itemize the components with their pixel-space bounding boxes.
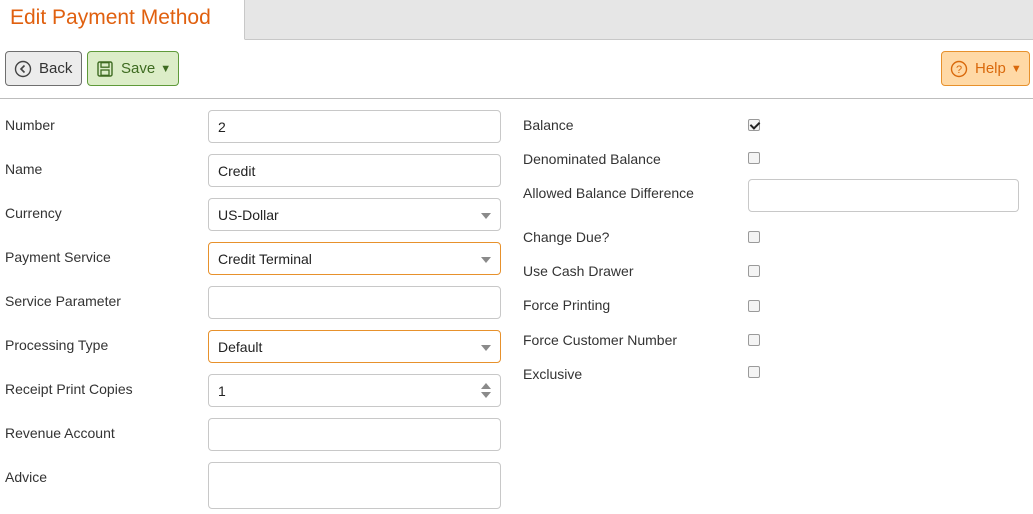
allowed-balance-difference-input[interactable] xyxy=(748,179,1019,212)
dropdown-arrow-icon xyxy=(481,256,491,263)
denominated-balance-checkbox[interactable] xyxy=(748,152,760,164)
use-cash-drawer-label: Use Cash Drawer xyxy=(523,263,634,279)
force-customer-number-checkbox[interactable] xyxy=(748,334,760,346)
force-customer-number-label: Force Customer Number xyxy=(523,332,678,348)
denominated-balance-label: Denominated Balance xyxy=(523,151,661,167)
save-button-label: Save xyxy=(121,60,156,77)
spinner-arrows-icon[interactable] xyxy=(481,383,491,398)
revenue-account-label: Revenue Account xyxy=(5,425,115,441)
exclusive-checkbox[interactable] xyxy=(748,366,760,378)
currency-label: Currency xyxy=(5,205,62,221)
payment-service-label: Payment Service xyxy=(5,249,111,265)
receipt-print-copies-label: Receipt Print Copies xyxy=(5,381,133,397)
help-button[interactable]: ? Help ▼ xyxy=(941,51,1030,86)
back-button-label: Back xyxy=(39,60,73,77)
number-label: Number xyxy=(5,117,55,133)
caret-down-icon: ▼ xyxy=(1010,62,1022,75)
number-input[interactable]: 2 xyxy=(208,110,501,143)
balance-checkbox[interactable] xyxy=(748,119,760,131)
advice-textarea[interactable] xyxy=(208,462,501,509)
change-due-label: Change Due? xyxy=(523,229,610,245)
processing-type-value: Default xyxy=(218,338,263,355)
name-label: Name xyxy=(5,161,43,177)
save-button[interactable]: Save ▼ xyxy=(87,51,179,86)
page-title: Edit Payment Method xyxy=(10,6,211,29)
change-due-checkbox[interactable] xyxy=(748,231,760,243)
receipt-print-copies-value: 1 xyxy=(218,382,226,399)
payment-service-value: Credit Terminal xyxy=(218,250,312,267)
currency-value: US-Dollar xyxy=(218,206,279,223)
payment-service-select[interactable]: Credit Terminal xyxy=(208,242,501,275)
processing-type-select[interactable]: Default xyxy=(208,330,501,363)
tab-strip: Edit Payment Method xyxy=(0,0,1033,40)
balance-label: Balance xyxy=(523,117,574,133)
advice-label: Advice xyxy=(5,469,48,485)
revenue-account-input[interactable] xyxy=(208,418,501,451)
chevron-left-circle-icon xyxy=(14,60,32,78)
dropdown-arrow-icon xyxy=(481,344,491,351)
help-button-label: Help xyxy=(975,60,1006,77)
back-button[interactable]: Back xyxy=(5,51,82,86)
exclusive-label: Exclusive xyxy=(523,366,583,382)
number-value: 2 xyxy=(218,118,226,135)
force-printing-label: Force Printing xyxy=(523,297,611,313)
caret-down-icon: ▼ xyxy=(160,62,172,75)
floppy-disk-icon xyxy=(96,60,114,78)
allowed-balance-difference-label: Allowed Balance Difference xyxy=(523,185,694,201)
name-input[interactable]: Credit xyxy=(208,154,501,187)
use-cash-drawer-checkbox[interactable] xyxy=(748,265,760,277)
question-circle-icon: ? xyxy=(950,60,968,78)
svg-text:?: ? xyxy=(956,64,962,76)
force-printing-checkbox[interactable] xyxy=(748,300,760,312)
tab-edit-payment-method[interactable]: Edit Payment Method xyxy=(0,0,245,40)
receipt-print-copies-stepper[interactable]: 1 xyxy=(208,374,501,407)
toolbar: Back Save ▼ ? Help ▼ xyxy=(0,40,1033,99)
service-parameter-input[interactable] xyxy=(208,286,501,319)
currency-select[interactable]: US-Dollar xyxy=(208,198,501,231)
dropdown-arrow-icon xyxy=(481,212,491,219)
service-parameter-label: Service Parameter xyxy=(5,293,121,309)
processing-type-label: Processing Type xyxy=(5,337,109,353)
name-value: Credit xyxy=(218,162,256,179)
